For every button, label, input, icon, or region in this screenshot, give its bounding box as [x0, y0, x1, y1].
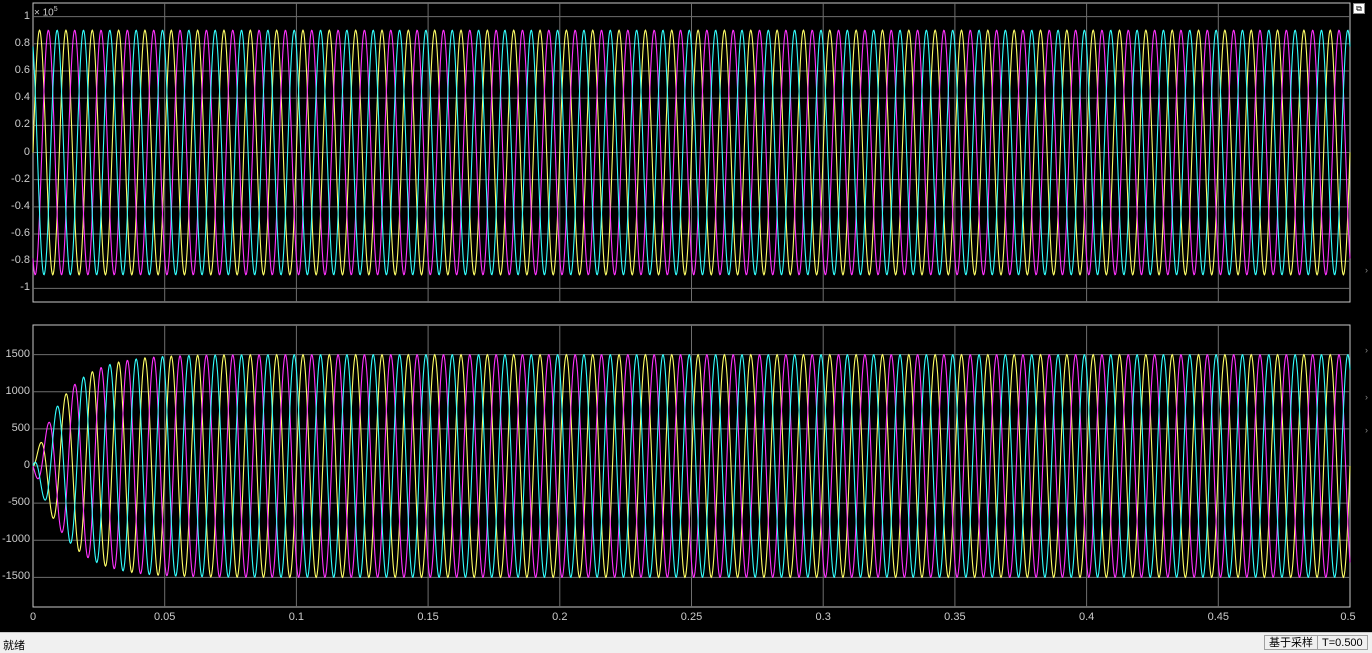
y-tick-label: -500 [7, 496, 30, 509]
x-tick-label: 0.25 [680, 611, 703, 623]
x-tick-label: 0.05 [153, 611, 176, 623]
y-tick-label: 1500 [5, 347, 30, 360]
status-bar: 就绪 基于采样 T=0.500 [0, 632, 1372, 653]
side-tick-mark: › [1365, 265, 1368, 275]
scope-plots-svg [32, 2, 1351, 608]
y-tick-label: -0.4 [11, 199, 30, 212]
x-tick-label: 0.1 [288, 611, 305, 623]
y-tick-label: 0 [23, 459, 30, 471]
y-tick-label: 500 [11, 421, 30, 434]
status-text: 就绪 [3, 640, 25, 652]
y-tick-label: 0.2 [14, 118, 30, 131]
y-tick-label: -1 [20, 281, 30, 294]
y-tick-label: -1500 [2, 570, 31, 583]
exponent-power: 5 [53, 6, 58, 13]
plot-current[interactable] [32, 324, 1351, 608]
restore-button[interactable]: ⧉ [1353, 3, 1365, 14]
exponent-base: × 10 [34, 7, 54, 19]
y-tick-label: 1 [23, 9, 30, 22]
x-tick-label: 0.35 [944, 611, 966, 623]
x-tick-label: 0.45 [1207, 611, 1230, 623]
y-tick-label: -0.6 [11, 227, 30, 240]
x-tick-label: 0.3 [815, 611, 831, 623]
y-tick-label: 1000 [5, 384, 30, 397]
y-tick-label: -0.8 [11, 254, 30, 267]
x-tick-label: 0.4 [1078, 611, 1095, 623]
side-tick-mark: › [1365, 345, 1368, 355]
plot-voltage[interactable] [32, 2, 1351, 303]
x-tick-label: 0 [29, 611, 37, 623]
restore-icon: ⧉ [1356, 4, 1362, 13]
y-tick-label: 0 [23, 145, 30, 158]
y-tick-label: 0.4 [14, 91, 30, 104]
y-tick-label: 0.6 [14, 63, 30, 76]
y-tick-label: 0.8 [14, 36, 30, 49]
x-tick-label: 0.5 [1340, 611, 1356, 623]
x-tick-label: 0.2 [552, 611, 568, 623]
y-exponent-label: × 105 [34, 6, 58, 18]
sim-time-indicator: T=0.500 [1317, 635, 1368, 650]
scope-display: × 105 1 0.8 0.6 0.4 0.2 0 -0.2 -0.4 -0.6 -0.8 -1 1… [0, 0, 1372, 632]
y-tick-label: -0.2 [11, 172, 30, 185]
side-tick-mark: › [1365, 425, 1368, 435]
side-tick-mark: › [1365, 392, 1368, 402]
y-tick-label: -1000 [2, 533, 31, 546]
sample-mode-indicator: 基于采样 [1264, 635, 1318, 650]
x-tick-label: 0.15 [417, 611, 439, 623]
